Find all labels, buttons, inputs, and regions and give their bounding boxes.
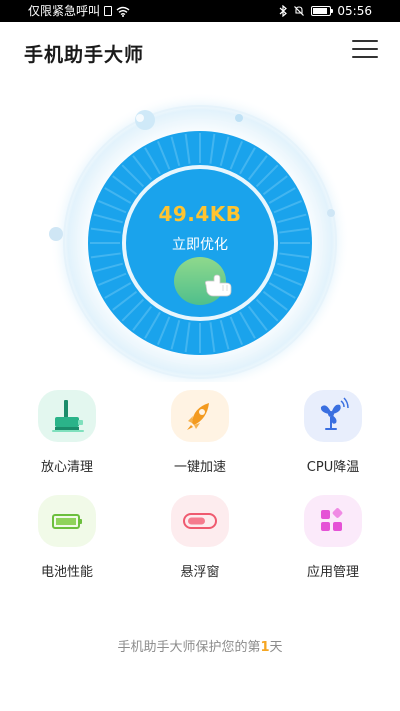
status-time: 05:56: [337, 4, 372, 18]
toggle-icon: [183, 513, 217, 529]
mute-bell-icon: [294, 6, 305, 16]
rocket-icon: [187, 403, 209, 430]
apps-grid-icon: [321, 508, 343, 531]
fan-icon: [320, 397, 349, 430]
app-header: 手机助手大师: [0, 22, 400, 82]
broom-clean-icon: [52, 400, 84, 432]
status-bar: 仅限紧急呼叫 05:56: [0, 0, 400, 22]
feature-app-manage[interactable]: 应用管理: [278, 495, 388, 583]
battery-icon: [52, 514, 82, 529]
protection-days-text: 手机助手大师保护您的第1天: [0, 636, 400, 655]
feature-cpu-cool-label: CPU降温: [306, 460, 360, 475]
sim-icon: [104, 6, 113, 16]
optimize-now-button[interactable]: 49.4KB 立即优化: [129, 172, 271, 314]
feature-app-manage-label: 应用管理: [306, 565, 359, 580]
feature-app-manage-tile: [304, 495, 362, 547]
bluetooth-icon: [280, 5, 288, 17]
feature-cpu-cool[interactable]: CPU降温: [278, 390, 388, 478]
feature-clean-label: 放心清理: [40, 460, 93, 475]
status-right: 05:56: [279, 0, 372, 22]
feature-floating-window[interactable]: 悬浮窗: [145, 495, 255, 583]
protection-days-prefix: 手机助手大师保护您的第: [117, 640, 261, 655]
junk-size-value: 49.4KB: [158, 202, 242, 226]
protection-days-suffix: 天: [269, 640, 283, 655]
feature-battery-tile: [38, 495, 96, 547]
battery-level: [313, 8, 328, 14]
optimize-now-label: 立即优化: [172, 237, 228, 253]
feature-battery[interactable]: 电池性能: [12, 495, 122, 583]
feature-battery-label: 电池性能: [40, 565, 93, 580]
feature-boost-label: 一键加速: [173, 460, 226, 475]
feature-boost-tile: [171, 390, 229, 442]
protection-days-count: 1: [260, 640, 270, 655]
feature-floating-window-label: 悬浮窗: [180, 565, 220, 580]
feature-cpu-cool-tile: [304, 390, 362, 442]
feature-clean-tile: [38, 390, 96, 442]
wifi-icon: [116, 6, 130, 17]
feature-clean[interactable]: 放心清理: [12, 390, 122, 478]
hero-optimizer: 49.4KB 立即优化: [0, 82, 400, 382]
page-title: 手机助手大师: [24, 44, 145, 66]
carrier-text: 仅限紧急呼叫: [28, 4, 101, 18]
feature-boost[interactable]: 一键加速: [145, 390, 255, 478]
battery-icon: [311, 6, 334, 16]
hamburger-menu-icon[interactable]: [352, 40, 378, 62]
feature-floating-window-tile: [171, 495, 229, 547]
status-left: 仅限紧急呼叫: [28, 0, 130, 22]
